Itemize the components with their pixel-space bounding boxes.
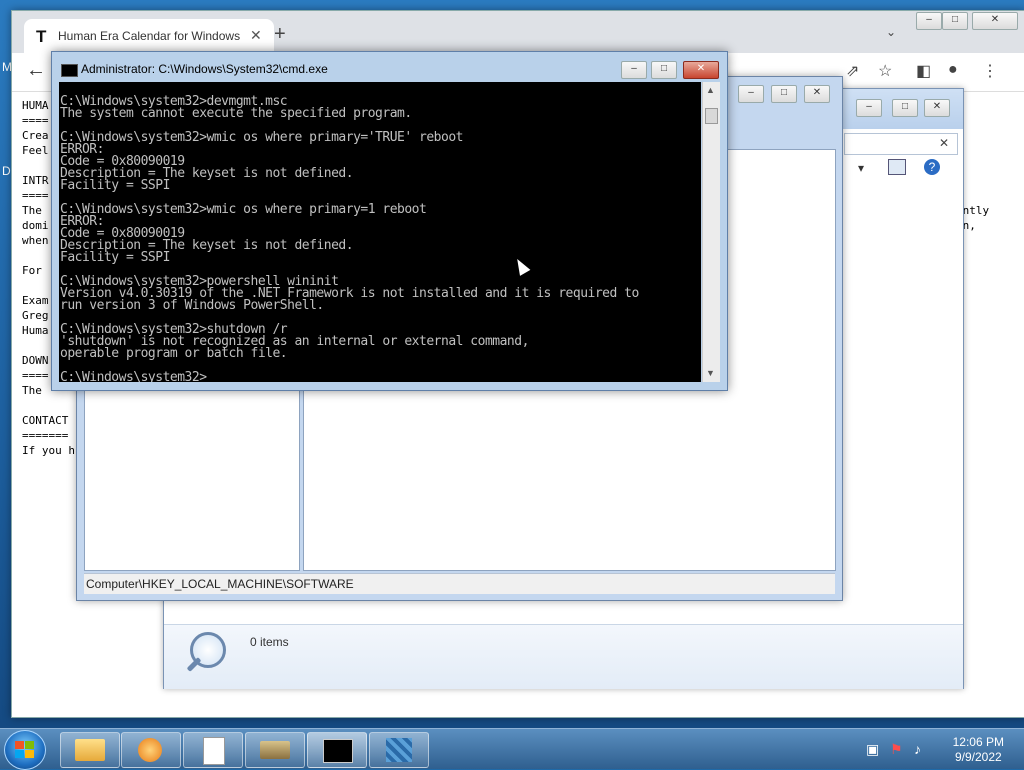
favicon-icon: T (36, 27, 47, 46)
minimize-button[interactable]: – (621, 61, 647, 79)
page-line: ==== (22, 189, 49, 202)
page-line: INTR (22, 174, 49, 187)
console-line: Facility = SSPI (60, 178, 170, 193)
browser-tab-strip: T Human Era Calendar for Windows ✕ + ⌄ –… (12, 11, 1024, 53)
close-tab-icon[interactable]: ✕ (250, 27, 262, 44)
console-line: C:\Windows\system32>wmic os where primar… (60, 130, 463, 145)
new-tab-button[interactable]: + (274, 23, 286, 46)
explorer-status-bar (164, 624, 963, 689)
page-line: domi (22, 219, 49, 232)
console-prompt[interactable]: C:\Windows\system32>_ (60, 370, 214, 382)
cmd-window-controls: – □ ✕ (621, 61, 723, 79)
cmd-icon (323, 739, 353, 763)
scroll-down-icon[interactable]: ▼ (706, 368, 715, 378)
registry-status-bar: Computer\HKEY_LOCAL_MACHINE\SOFTWARE (84, 573, 835, 594)
page-line: Crea (22, 129, 49, 142)
page-line: when (22, 234, 49, 247)
network-icon[interactable]: ▣ (866, 741, 879, 758)
cmd-title-bar[interactable]: Administrator: C:\Windows\System32\cmd.e… (52, 52, 727, 80)
regedit-icon (386, 738, 412, 762)
minimize-button[interactable]: – (916, 12, 942, 30)
help-icon[interactable]: ? (924, 159, 940, 175)
taskbar-explorer-button[interactable] (60, 732, 120, 768)
clock-time: 12:06 PM (952, 735, 1004, 749)
console-line: C:\Windows\system32>wmic os where primar… (60, 202, 427, 217)
page-line: Greg (22, 309, 49, 322)
desktop-icon-label-d[interactable]: D (2, 164, 11, 178)
views-dropdown-icon[interactable]: ▾ (858, 161, 864, 175)
toolbar-icons: ⇗ ☆ ◧ ● ⋮ (842, 61, 1022, 83)
clock-date: 9/9/2022 (954, 750, 1002, 764)
page-line: ======= (22, 429, 69, 442)
browser-window-controls: – □ ✕ (916, 12, 1022, 30)
items-count: 0 items (250, 635, 289, 649)
cmd-title: Administrator: C:\Windows\System32\cmd.e… (81, 62, 328, 76)
action-center-flag-icon[interactable]: ⚑ (890, 741, 903, 758)
back-arrow-icon[interactable]: ← (26, 59, 46, 82)
taskbar-media-player-button[interactable] (121, 732, 181, 768)
page-line: HUMA (22, 99, 49, 112)
page-line: ==== (22, 369, 49, 382)
explorer-toolbar: ▾ ? (834, 159, 954, 181)
clear-search-icon[interactable]: ✕ (939, 136, 949, 150)
minimize-button[interactable]: – (856, 99, 882, 117)
console-output[interactable]: C:\Windows\system32>devmgmt.msc The syst… (59, 82, 701, 382)
share-icon[interactable]: ⇗ (846, 61, 859, 81)
cmd-window: Administrator: C:\Windows\System32\cmd.e… (51, 51, 728, 391)
browser-tab-title: Human Era Calendar for Windows (58, 29, 241, 43)
taskbar-regedit-button[interactable] (369, 732, 429, 768)
bookmark-star-icon[interactable]: ☆ (878, 61, 892, 81)
minimize-button[interactable]: – (738, 85, 764, 103)
registry-path: Computer\HKEY_LOCAL_MACHINE\SOFTWARE (86, 577, 354, 591)
close-button[interactable]: ✕ (804, 85, 830, 103)
media-player-icon (138, 738, 162, 762)
maximize-button[interactable]: □ (892, 99, 918, 117)
page-line: If you h (22, 444, 75, 457)
search-box[interactable]: ✕ (844, 133, 958, 155)
tab-search-chevron-icon[interactable]: ⌄ (886, 25, 896, 39)
windows-logo-icon (15, 741, 35, 759)
console-line: operable program or batch file. (60, 346, 288, 361)
page-line: Huma (22, 324, 49, 337)
taskbar: ▣ ⚑ ♪ 12:06 PM 9/9/2022 (0, 728, 1024, 770)
browser-tab[interactable]: T Human Era Calendar for Windows ✕ (24, 19, 274, 53)
cmd-scrollbar[interactable]: ▲ ▼ (702, 82, 720, 382)
menu-kebab-icon[interactable]: ⋮ (982, 61, 998, 81)
page-line: Feel (22, 144, 49, 157)
side-panel-icon[interactable]: ◧ (916, 61, 931, 81)
page-line: The (22, 204, 49, 217)
close-button[interactable]: ✕ (972, 12, 1018, 30)
maximize-button[interactable]: □ (651, 61, 677, 79)
close-button[interactable]: ✕ (683, 61, 719, 79)
maximize-button[interactable]: □ (771, 85, 797, 103)
page-line: ==== (22, 114, 49, 127)
taskbar-cmd-button[interactable] (307, 732, 367, 768)
page-line: Exam (22, 294, 49, 307)
console-line: Facility = SSPI (60, 250, 170, 265)
close-button[interactable]: ✕ (924, 99, 950, 117)
page-line: CONTACT (22, 414, 69, 427)
console-line: run version 3 of Windows PowerShell. (60, 298, 324, 313)
page-line: DOWN (22, 354, 49, 367)
volume-icon[interactable]: ♪ (914, 741, 921, 757)
page-line: The (22, 384, 49, 397)
start-button[interactable] (4, 730, 46, 770)
taskbar-document-button[interactable] (183, 732, 243, 768)
console-line: The system cannot execute the specified … (60, 106, 412, 121)
page-line: For (22, 264, 49, 277)
installer-icon (260, 741, 290, 759)
cmd-icon (61, 64, 78, 77)
maximize-button[interactable]: □ (942, 12, 968, 30)
scroll-thumb[interactable] (705, 108, 718, 124)
profile-avatar-icon[interactable]: ● (948, 61, 958, 79)
scroll-up-icon[interactable]: ▲ (706, 85, 715, 95)
clock[interactable]: 12:06 PM 9/9/2022 (953, 735, 1004, 765)
taskbar-installer-button[interactable] (245, 732, 305, 768)
preview-pane-icon[interactable] (888, 159, 906, 175)
folder-icon (75, 739, 105, 761)
document-icon (203, 737, 225, 765)
